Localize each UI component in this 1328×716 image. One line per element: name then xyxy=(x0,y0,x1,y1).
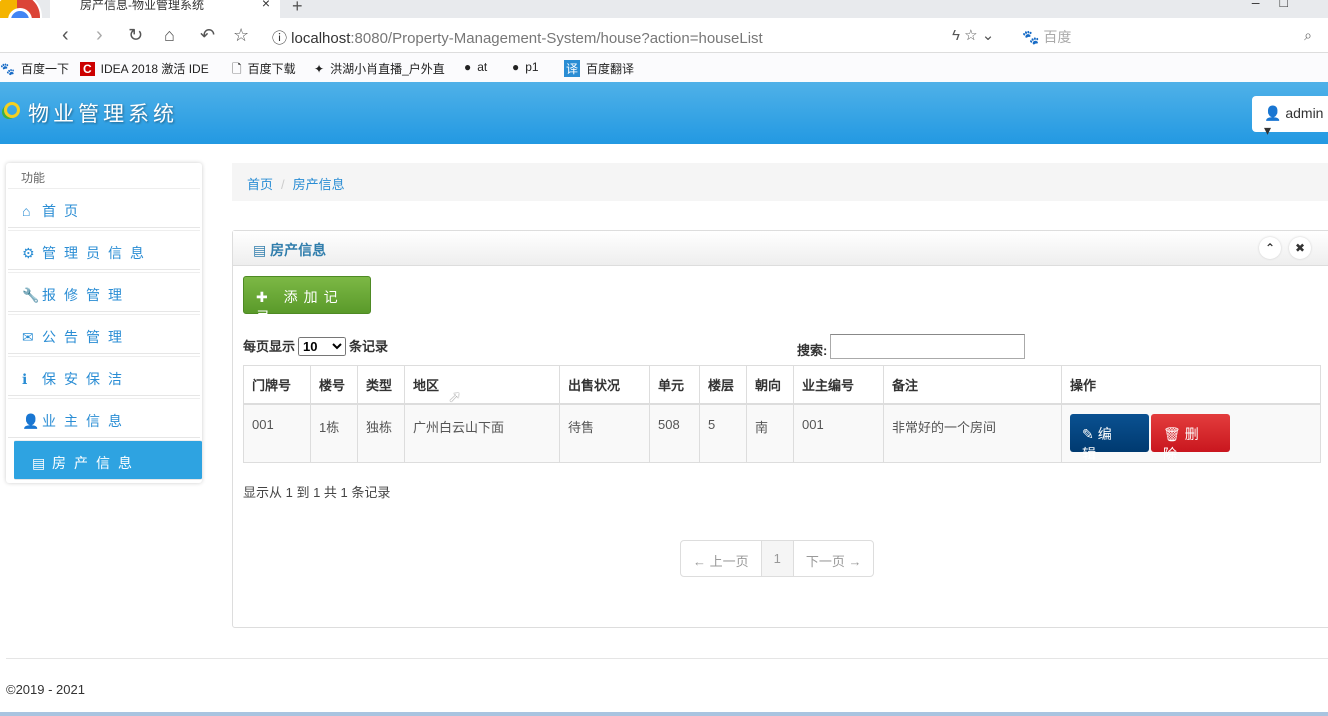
undo-icon[interactable]: ↶ xyxy=(200,25,215,46)
taskbar xyxy=(0,712,1328,716)
window-controls[interactable]: –□ xyxy=(1252,0,1308,10)
column-header[interactable]: 备注 xyxy=(883,365,1062,405)
bookmark[interactable]: C IDEA 2018 激活 IDE xyxy=(80,60,209,77)
plus-icon: ✚ xyxy=(256,289,284,305)
sidebar: 功能 ⌂ 首页 ⚙ 管理员信息 🔧 报修管理 ✉ 公告管理 ℹ 保安保洁 👤 业主信息 ▤ 房… xyxy=(6,163,202,483)
list-icon: ▤ xyxy=(253,242,271,258)
back-icon[interactable]: ‹ xyxy=(62,24,69,47)
cell: 独栋 xyxy=(357,403,405,463)
column-header[interactable]: 出售状况 xyxy=(559,365,650,405)
column-header[interactable]: 朝向 xyxy=(746,365,794,405)
column-header[interactable]: 地区 xyxy=(404,365,560,405)
star-icon[interactable]: ☆ xyxy=(233,25,249,46)
cell: 广州白云山下面 xyxy=(404,403,560,463)
user-icon: 👤 xyxy=(22,413,40,429)
close-tab-icon[interactable]: × xyxy=(262,0,270,10)
cell: 508 xyxy=(649,403,700,463)
sidebar-item-property[interactable]: ▤ 房产信息 xyxy=(14,440,202,480)
breadcrumb: 首页 / 房产信息 xyxy=(232,163,1328,201)
panel-header: ▤ 房产信息 ⌃ ✖ xyxy=(233,231,1328,266)
bookmark[interactable]: 🐾 百度一下 xyxy=(0,60,69,77)
edit-button[interactable]: ✎编 辑 xyxy=(1070,413,1149,462)
breadcrumb-home[interactable]: 首页 xyxy=(247,177,273,192)
bookmark[interactable]: ● at xyxy=(464,60,487,74)
list-icon: ▤ xyxy=(32,455,46,471)
column-header[interactable]: 楼号 xyxy=(310,365,358,405)
table-info: 显示从 1 到 1 共 1 条记录 xyxy=(243,485,391,500)
url-input[interactable]: ⓘ localhost:8080/Property-Management-Sys… xyxy=(272,27,763,48)
prev-page-button[interactable]: ← 上一页 xyxy=(681,541,762,576)
envelope-icon: ✉ xyxy=(22,329,34,345)
cell: 1栋 xyxy=(310,403,358,463)
cell: 待售 xyxy=(559,403,650,463)
collapse-icon[interactable]: ⌃ xyxy=(1259,237,1281,259)
browser-tab[interactable]: 房产信息-物业管理系统 × xyxy=(50,0,280,18)
reload-icon[interactable]: ↻ xyxy=(128,25,143,46)
breadcrumb-current: 房产信息 xyxy=(292,177,345,192)
logo-icon xyxy=(4,102,20,118)
search-label: 搜索: xyxy=(797,343,828,358)
cell: 001 xyxy=(793,403,884,463)
brand-title: 物业管理系统 xyxy=(28,102,178,126)
page-length: 每页显示 10 条记录 xyxy=(243,336,388,356)
cell: 非常好的一个房间 xyxy=(883,403,1062,463)
info-icon: ℹ xyxy=(22,371,28,387)
delete-button[interactable]: 🗑删 除 xyxy=(1151,413,1230,462)
page-1-button[interactable]: 1 xyxy=(761,541,794,576)
panel-title: 房产信息 xyxy=(270,242,327,258)
search-input[interactable] xyxy=(830,334,1025,359)
sidebar-item-security[interactable]: ℹ 保安保洁 xyxy=(8,356,200,396)
bookmarks-bar: 🐾 百度一下 C IDEA 2018 激活 IDE 🗋 百度下载 ✦ 洪湖小肖直播_户外… xyxy=(0,53,1328,82)
bookmark[interactable]: 译百度翻译 xyxy=(564,60,634,77)
close-icon[interactable]: ✖ xyxy=(1289,237,1311,259)
column-header[interactable]: 楼层 xyxy=(699,365,747,405)
mouse-cursor-icon: ➚ xyxy=(448,389,462,406)
cell: 5 xyxy=(699,403,747,463)
footer-copyright: ©2019 - 2021 xyxy=(6,682,85,697)
sidebar-item-owner[interactable]: 👤 业主信息 xyxy=(8,398,200,438)
app-header xyxy=(0,82,1328,144)
column-header[interactable]: 业主编号 xyxy=(793,365,884,405)
address-actions[interactable]: ϟ ☆ ⌄ xyxy=(952,26,994,44)
sidebar-item-repair[interactable]: 🔧 报修管理 xyxy=(8,272,200,312)
sidebar-item-home[interactable]: ⌂ 首页 xyxy=(8,188,200,228)
pagination: ← 上一页 1 下一页 → xyxy=(680,540,875,577)
column-header[interactable]: 类型 xyxy=(357,365,405,405)
page-length-select[interactable]: 10 xyxy=(298,337,347,356)
wrench-icon: 🔧 xyxy=(22,287,40,303)
actions-cell: ✎编 辑🗑删 除 xyxy=(1061,403,1321,463)
sidebar-item-notice[interactable]: ✉ 公告管理 xyxy=(8,314,200,354)
info-icon: ⓘ xyxy=(272,30,292,47)
user-menu-button[interactable]: 👤 admin ▾ xyxy=(1252,96,1328,138)
sidebar-item-admin[interactable]: ⚙ 管理员信息 xyxy=(8,230,200,270)
column-header: 操作 xyxy=(1061,365,1321,405)
column-header[interactable]: 单元 xyxy=(649,365,700,405)
home-icon: ⌂ xyxy=(22,203,31,219)
add-record-button[interactable]: ✚ 添加记录 xyxy=(243,276,371,325)
footer-divider xyxy=(6,658,1328,659)
user-icon: 👤 xyxy=(1264,105,1282,121)
bookmark[interactable]: ● p1 xyxy=(512,60,539,74)
home-icon[interactable]: ⌂ xyxy=(164,25,175,46)
property-table: 门牌号 楼号 类型 地区 出售状况 单元 楼层 朝向 业主编号 备注 操作 00… xyxy=(243,365,1321,463)
edit-icon: ✎ xyxy=(1082,425,1098,442)
trash-icon: 🗑 xyxy=(1163,425,1185,442)
tab-title: 房产信息-物业管理系统 xyxy=(80,0,204,12)
baidu-paw-icon: 🐾 xyxy=(1022,29,1040,45)
sidebar-title: 功能 xyxy=(21,171,46,185)
next-page-button[interactable]: 下一页 → xyxy=(794,541,874,576)
search-icon[interactable]: ⌕ xyxy=(1304,27,1312,44)
gear-icon: ⚙ xyxy=(22,245,35,261)
cell: 001 xyxy=(243,403,311,463)
bookmark[interactable]: 🗋 百度下载 xyxy=(232,60,296,81)
cell: 南 xyxy=(746,403,794,463)
column-header[interactable]: 门牌号 xyxy=(243,365,311,405)
new-tab-icon[interactable]: + xyxy=(292,0,303,17)
forward-icon[interactable]: › xyxy=(96,24,103,47)
browser-search-input[interactable]: 🐾 百度 ⌕ xyxy=(1022,27,1312,47)
table-row: 001 1栋 独栋 广州白云山下面 待售 508 5 南 001 非常好的一个房… xyxy=(243,403,1321,463)
bookmark[interactable]: ✦ 洪湖小肖直播_户外直 xyxy=(314,60,445,77)
